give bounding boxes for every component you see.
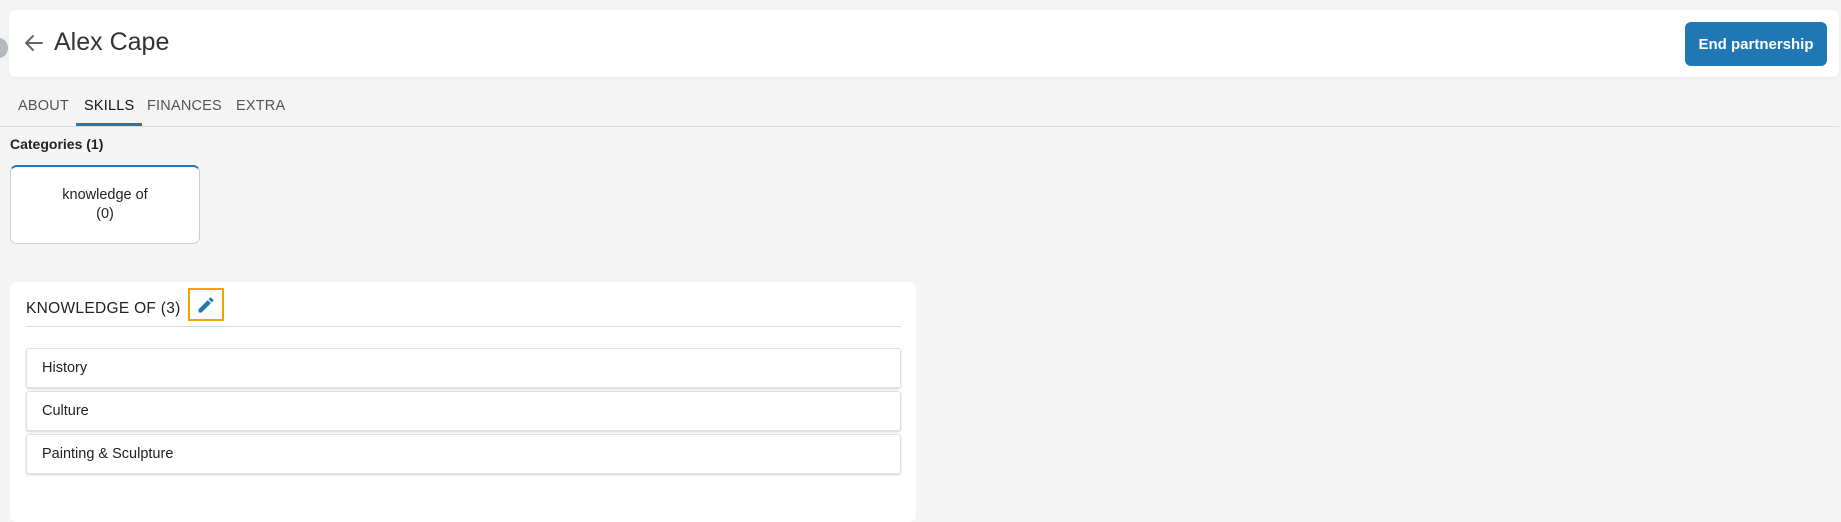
tab-bar: ABOUT SKILLS FINANCES EXTRA — [0, 90, 1839, 127]
page-header: Alex Cape End partnership — [9, 10, 1839, 77]
tab-about[interactable]: ABOUT — [18, 98, 69, 123]
category-card-knowledge-of[interactable]: knowledge of (0) — [10, 165, 200, 244]
skill-item-painting-sculpture[interactable]: Painting & Sculpture — [26, 434, 901, 474]
edit-skills-button[interactable] — [188, 288, 224, 321]
skills-panel-title: KNOWLEDGE OF (3) — [26, 300, 181, 317]
page-title: Alex Cape — [54, 28, 170, 56]
back-button[interactable] — [21, 30, 47, 56]
categories-heading: Categories (1) — [10, 136, 104, 152]
end-partnership-button[interactable]: End partnership — [1685, 22, 1827, 66]
side-handle — [0, 38, 8, 58]
skills-panel: KNOWLEDGE OF (3) History Culture Paintin… — [10, 282, 916, 522]
tab-skills[interactable]: SKILLS — [76, 98, 143, 126]
tab-finances[interactable]: FINANCES — [147, 98, 222, 123]
category-name: knowledge of — [62, 187, 148, 203]
arrow-left-icon — [25, 35, 43, 51]
pencil-icon — [198, 296, 214, 312]
skill-item-culture[interactable]: Culture — [26, 391, 901, 431]
tab-extra[interactable]: EXTRA — [236, 98, 285, 123]
skill-list: History Culture Painting & Sculpture — [26, 348, 901, 477]
category-count: (0) — [96, 206, 114, 222]
skill-item-history[interactable]: History — [26, 348, 901, 388]
panel-divider — [26, 326, 901, 327]
